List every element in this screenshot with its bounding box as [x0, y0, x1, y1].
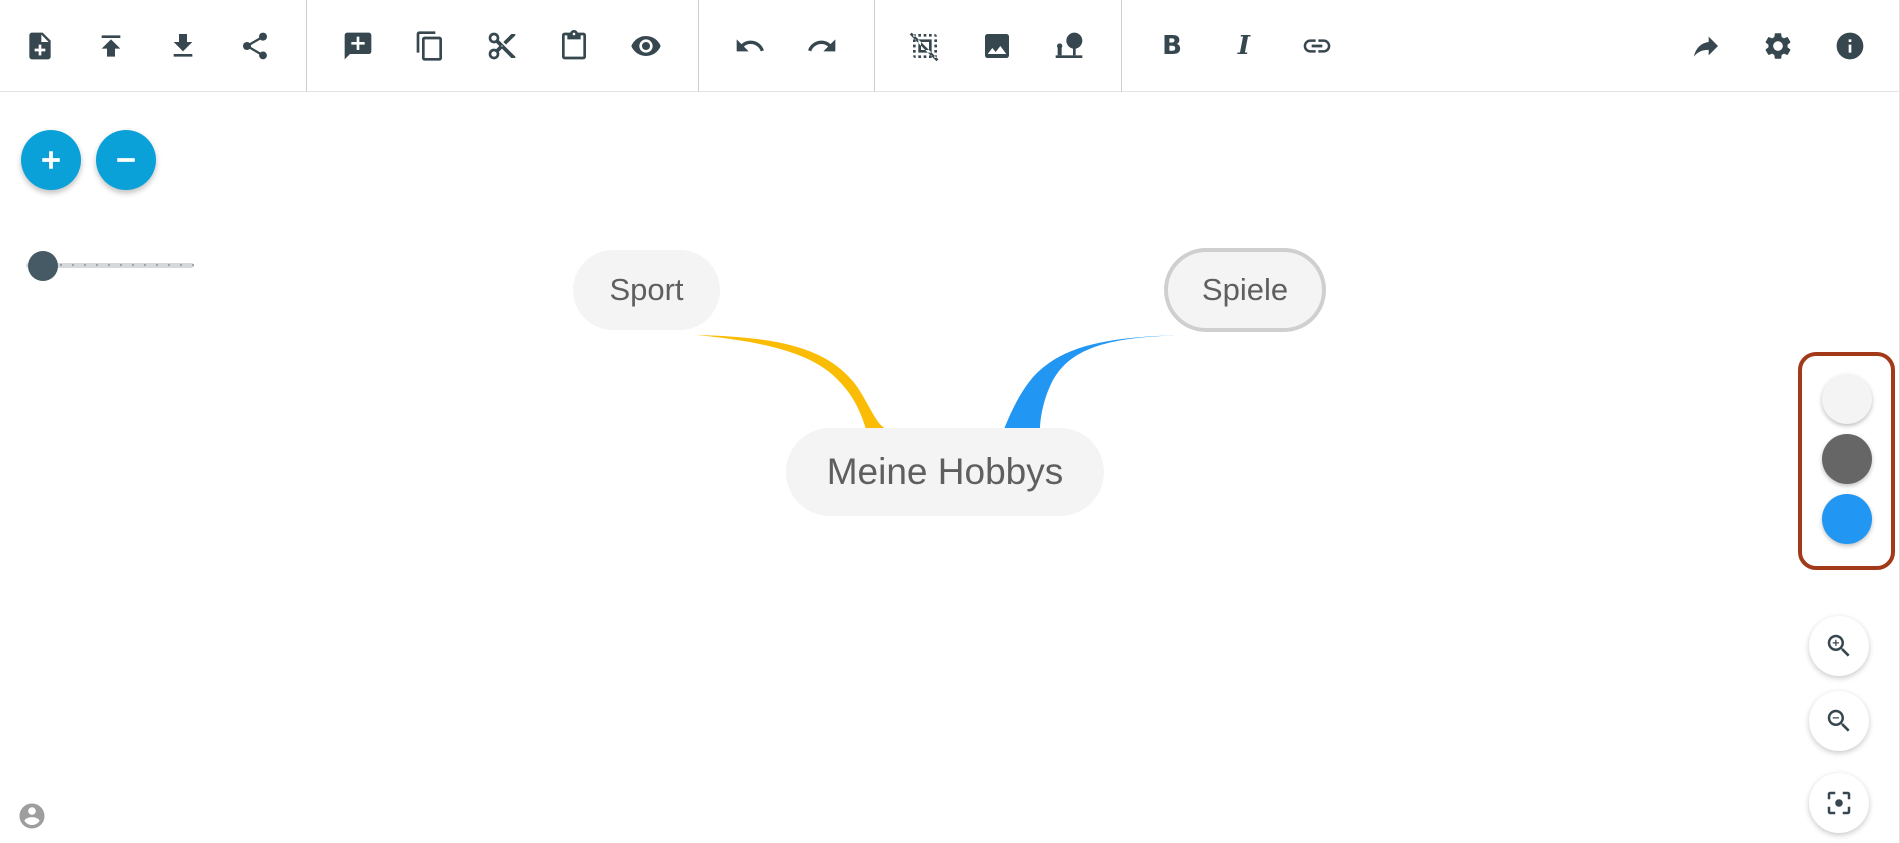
link-icon — [1303, 39, 1331, 53]
share-icon — [243, 32, 267, 60]
zoom-out-button[interactable] — [1809, 691, 1869, 751]
italic-icon: I — [1237, 31, 1251, 61]
branch-sport — [696, 335, 888, 429]
share-button[interactable] — [231, 22, 279, 70]
node-spiele[interactable]: Spiele — [1164, 248, 1326, 332]
forward-button[interactable] — [1682, 22, 1730, 70]
italic-button[interactable]: I — [1220, 22, 1268, 70]
toolbar: B I — [0, 0, 1900, 92]
eye-icon — [631, 36, 661, 56]
bold-icon: B — [1162, 31, 1182, 61]
info-icon — [1836, 32, 1864, 60]
color-swatch-blue[interactable] — [1822, 494, 1872, 544]
download-icon — [173, 34, 193, 57]
deselect-button[interactable] — [901, 22, 949, 70]
new-file-icon — [29, 32, 51, 60]
place-item-button[interactable] — [1045, 22, 1093, 70]
scissors-icon — [488, 32, 516, 60]
insert-image-button[interactable] — [973, 22, 1021, 70]
add-comment-icon — [344, 32, 372, 60]
upload-button[interactable] — [87, 22, 135, 70]
color-swatch-light-gray[interactable] — [1822, 374, 1872, 424]
image-icon — [985, 34, 1009, 58]
account-icon[interactable] — [17, 801, 47, 831]
undo-icon — [736, 39, 764, 52]
center-focus-icon — [1827, 791, 1851, 815]
clipboard-icon — [562, 30, 586, 60]
upload-icon — [101, 35, 121, 57]
mindmap-app: B I Sport Spiele Meine Hobbys — [0, 0, 1900, 843]
link-button[interactable] — [1293, 22, 1341, 70]
redo-icon — [808, 39, 836, 52]
gear-icon — [1765, 33, 1791, 59]
info-button[interactable] — [1826, 22, 1874, 70]
color-picker-panel — [1798, 352, 1895, 570]
download-button[interactable] — [159, 22, 207, 70]
branch-spiele — [1004, 335, 1192, 429]
add-comment-button[interactable] — [334, 22, 382, 70]
forward-icon — [1694, 36, 1718, 57]
redo-button[interactable] — [798, 22, 846, 70]
preview-button[interactable] — [622, 22, 670, 70]
color-swatch-dark-gray[interactable] — [1822, 434, 1872, 484]
paste-button[interactable] — [550, 22, 598, 70]
toolbar-separator — [874, 0, 875, 92]
fit-to-screen-button[interactable] — [1809, 773, 1869, 833]
copy-icon — [416, 31, 442, 61]
copy-button[interactable] — [406, 22, 454, 70]
node-root[interactable]: Meine Hobbys — [786, 428, 1104, 516]
toolbar-separator — [306, 0, 307, 92]
mindmap-canvas[interactable]: Sport Spiele Meine Hobbys — [0, 92, 1900, 843]
undo-button[interactable] — [726, 22, 774, 70]
place-item-icon — [1055, 32, 1083, 58]
node-sport[interactable]: Sport — [573, 250, 720, 330]
toolbar-separator — [1121, 0, 1122, 92]
zoom-in-button[interactable] — [1809, 616, 1869, 676]
new-file-button[interactable] — [16, 22, 64, 70]
zoom-in-icon — [1827, 634, 1850, 657]
cut-button[interactable] — [478, 22, 526, 70]
settings-button[interactable] — [1754, 22, 1802, 70]
toolbar-separator — [698, 0, 699, 92]
bold-button[interactable]: B — [1148, 22, 1196, 70]
zoom-out-icon — [1827, 709, 1850, 732]
user-circle-icon — [19, 803, 45, 829]
deselect-icon — [909, 32, 939, 62]
